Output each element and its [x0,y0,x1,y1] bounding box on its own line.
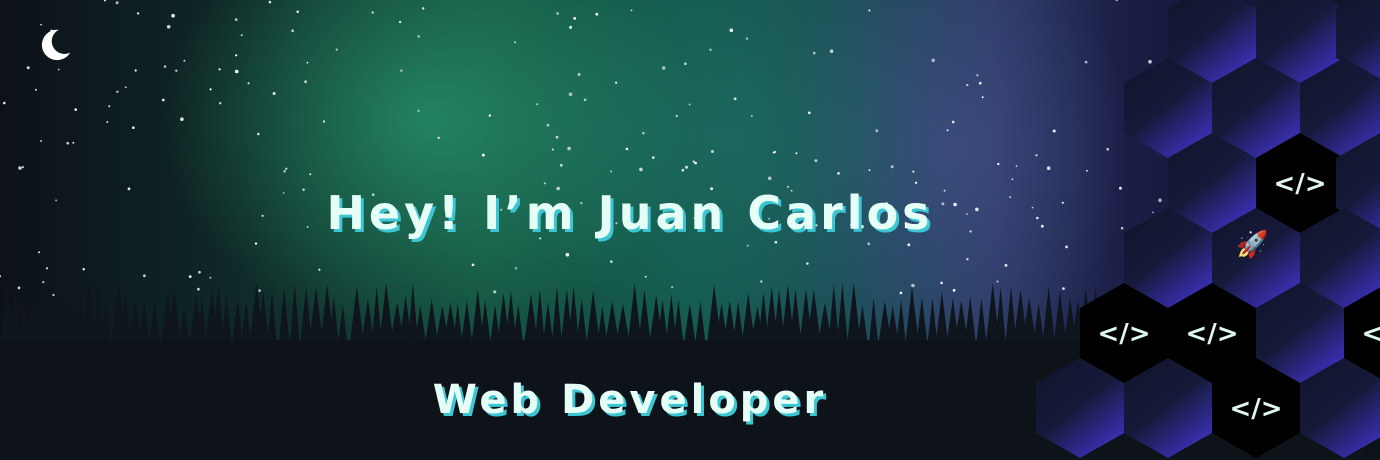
code-icon: </> [1273,169,1326,199]
role-subtitle: Web Developer [432,377,828,423]
profile-banner: </></></></></> 🚀 Hey! I’m Juan Carlos W… [0,0,1380,460]
code-icon: </> [1361,319,1380,349]
code-icon: </> [1097,319,1150,349]
greeting-heading: Hey! I’m Juan Carlos [326,186,934,240]
code-icon: </> [1185,319,1238,349]
